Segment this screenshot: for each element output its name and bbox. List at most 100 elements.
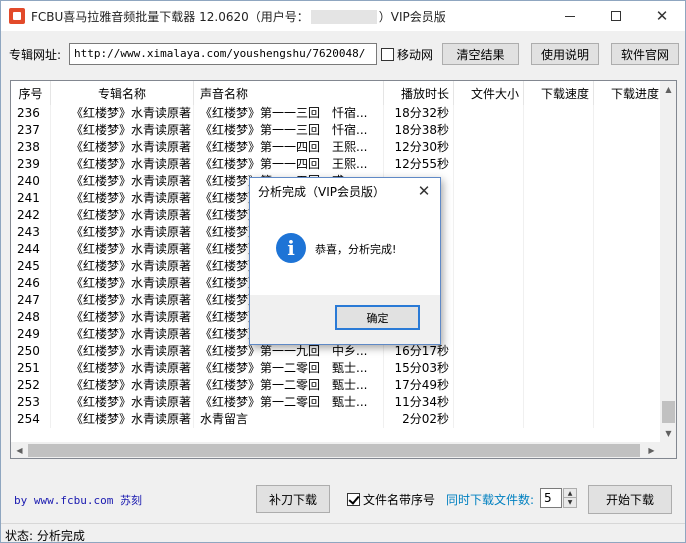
- table-row[interactable]: 254 《红楼梦》水青读原著 水青留言 2分02秒: [11, 411, 664, 428]
- cell-album: 《红楼梦》水青读原著: [51, 360, 194, 377]
- help-button[interactable]: 使用说明: [531, 43, 599, 65]
- cell-size: [454, 122, 524, 139]
- cell-album: 《红楼梦》水青读原著: [51, 343, 194, 360]
- minimize-button[interactable]: [547, 1, 593, 31]
- scroll-up-icon[interactable]: ▲: [660, 81, 676, 98]
- cell-duration: 12分30秒: [384, 139, 454, 156]
- album-url-input[interactable]: http://www.ximalaya.com/youshengshu/7620…: [69, 43, 377, 65]
- analysis-complete-dialog: 分析完成（VIP会员版） ✕ i 恭喜，分析完成! 确定: [249, 177, 441, 345]
- cell-size: [454, 241, 524, 258]
- table-row[interactable]: 253 《红楼梦》水青读原著 《红楼梦》第一二零回 甄士... 11分34秒: [11, 394, 664, 411]
- mobile-checkbox-row[interactable]: 移动网: [381, 43, 433, 65]
- dialog-close-icon[interactable]: ✕: [412, 181, 436, 201]
- credit-text: by www.fcbu.com 苏刻: [14, 494, 142, 507]
- cell-progress: [594, 411, 664, 428]
- cell-size: [454, 377, 524, 394]
- cell-progress: [594, 360, 664, 377]
- column-header-progress[interactable]: 下载进度: [594, 81, 664, 105]
- filename-number-checkbox-row[interactable]: 文件名带序号: [347, 491, 435, 508]
- filename-number-checkbox[interactable]: [347, 493, 360, 506]
- maximize-button[interactable]: [593, 1, 639, 31]
- vertical-scrollbar[interactable]: ▲ ▼: [660, 81, 676, 442]
- cell-index: 250: [11, 343, 51, 360]
- cell-speed: [524, 394, 594, 411]
- column-header-index[interactable]: 序号: [11, 81, 51, 105]
- cell-title: 《红楼梦》第一一四回 王熙...: [194, 139, 384, 156]
- cell-album: 《红楼梦》水青读原著: [51, 207, 194, 224]
- redownload-button[interactable]: 补刀下载: [256, 485, 330, 513]
- cell-duration: 16分17秒: [384, 343, 454, 360]
- cell-album: 《红楼梦》水青读原著: [51, 275, 194, 292]
- mobile-checkbox[interactable]: [381, 47, 394, 61]
- cell-album: 《红楼梦》水青读原著: [51, 241, 194, 258]
- vertical-scroll-thumb[interactable]: [662, 401, 675, 423]
- column-header-speed[interactable]: 下载速度: [524, 81, 594, 105]
- horizontal-scroll-thumb[interactable]: [28, 444, 640, 457]
- cell-size: [454, 207, 524, 224]
- cell-album: 《红楼梦》水青读原著: [51, 411, 194, 428]
- cell-index: 253: [11, 394, 51, 411]
- cell-progress: [594, 207, 664, 224]
- cell-index: 251: [11, 360, 51, 377]
- table-row[interactable]: 236 《红楼梦》水青读原著 《红楼梦》第一一三回 忏宿... 18分32秒: [11, 105, 664, 122]
- cell-album: 《红楼梦》水青读原著: [51, 156, 194, 173]
- cell-index: 243: [11, 224, 51, 241]
- spin-down-icon[interactable]: ▼: [564, 498, 576, 507]
- scroll-left-icon[interactable]: ◀: [11, 442, 28, 458]
- cell-progress: [594, 377, 664, 394]
- website-button[interactable]: 软件官网: [611, 43, 679, 65]
- close-button[interactable]: ✕: [639, 1, 685, 31]
- scroll-down-icon[interactable]: ▼: [660, 425, 676, 442]
- cell-album: 《红楼梦》水青读原著: [51, 122, 194, 139]
- column-header-album[interactable]: 专辑名称: [51, 81, 194, 105]
- cell-size: [454, 326, 524, 343]
- table-row[interactable]: 237 《红楼梦》水青读原著 《红楼梦》第一一三回 忏宿... 18分38秒: [11, 122, 664, 139]
- scroll-corner: [660, 442, 676, 458]
- maximize-icon: [611, 11, 621, 21]
- concurrent-downloads-input[interactable]: 5: [540, 488, 562, 508]
- main-window: FCBU喜马拉雅音频批量下载器 12.0620（用户号： ）VIP会员版 ✕ 专辑…: [0, 0, 686, 543]
- column-header-title[interactable]: 声音名称: [194, 81, 384, 105]
- cell-size: [454, 309, 524, 326]
- cell-title: 《红楼梦》第一一三回 忏宿...: [194, 105, 384, 122]
- cell-album: 《红楼梦》水青读原著: [51, 190, 194, 207]
- cell-size: [454, 411, 524, 428]
- concurrent-downloads-label: 同时下载文件数:: [446, 493, 535, 507]
- cell-album: 《红楼梦》水青读原著: [51, 394, 194, 411]
- cell-size: [454, 156, 524, 173]
- cell-progress: [594, 343, 664, 360]
- cell-progress: [594, 122, 664, 139]
- clear-results-button[interactable]: 清空结果: [442, 43, 519, 65]
- column-header-size[interactable]: 文件大小: [454, 81, 524, 105]
- horizontal-scrollbar[interactable]: ◀ ▶: [11, 442, 660, 458]
- cell-progress: [594, 156, 664, 173]
- table-row[interactable]: 250 《红楼梦》水青读原著 《红楼梦》第一一九回 中乡... 16分17秒: [11, 343, 664, 360]
- cell-duration: 12分55秒: [384, 156, 454, 173]
- dialog-ok-button[interactable]: 确定: [335, 305, 420, 330]
- cell-title: 水青留言: [194, 411, 384, 428]
- scroll-right-icon[interactable]: ▶: [643, 442, 660, 458]
- start-download-button[interactable]: 开始下载: [588, 485, 672, 514]
- table-row[interactable]: 251 《红楼梦》水青读原著 《红楼梦》第一二零回 甄士... 15分03秒: [11, 360, 664, 377]
- table-row[interactable]: 252 《红楼梦》水青读原著 《红楼梦》第一二零回 甄士... 17分49秒: [11, 377, 664, 394]
- column-header-duration[interactable]: 播放时长: [384, 81, 454, 105]
- cell-size: [454, 173, 524, 190]
- spin-up-icon[interactable]: ▲: [564, 489, 576, 498]
- table-row[interactable]: 239 《红楼梦》水青读原著 《红楼梦》第一一四回 王熙... 12分55秒: [11, 156, 664, 173]
- cell-title: 《红楼梦》第一一四回 王熙...: [194, 156, 384, 173]
- cell-progress: [594, 275, 664, 292]
- cell-size: [454, 394, 524, 411]
- cell-index: 240: [11, 173, 51, 190]
- cell-duration: 2分02秒: [384, 411, 454, 428]
- concurrent-downloads-spinner[interactable]: ▲ ▼: [563, 488, 577, 508]
- cell-progress: [594, 394, 664, 411]
- cell-index: 252: [11, 377, 51, 394]
- cell-progress: [594, 326, 664, 343]
- cell-album: 《红楼梦》水青读原著: [51, 377, 194, 394]
- cell-speed: [524, 411, 594, 428]
- url-label: 专辑网址:: [9, 47, 62, 62]
- cell-progress: [594, 105, 664, 122]
- cell-title: 《红楼梦》第一二零回 甄士...: [194, 360, 384, 377]
- table-row[interactable]: 238 《红楼梦》水青读原著 《红楼梦》第一一四回 王熙... 12分30秒: [11, 139, 664, 156]
- cell-speed: [524, 326, 594, 343]
